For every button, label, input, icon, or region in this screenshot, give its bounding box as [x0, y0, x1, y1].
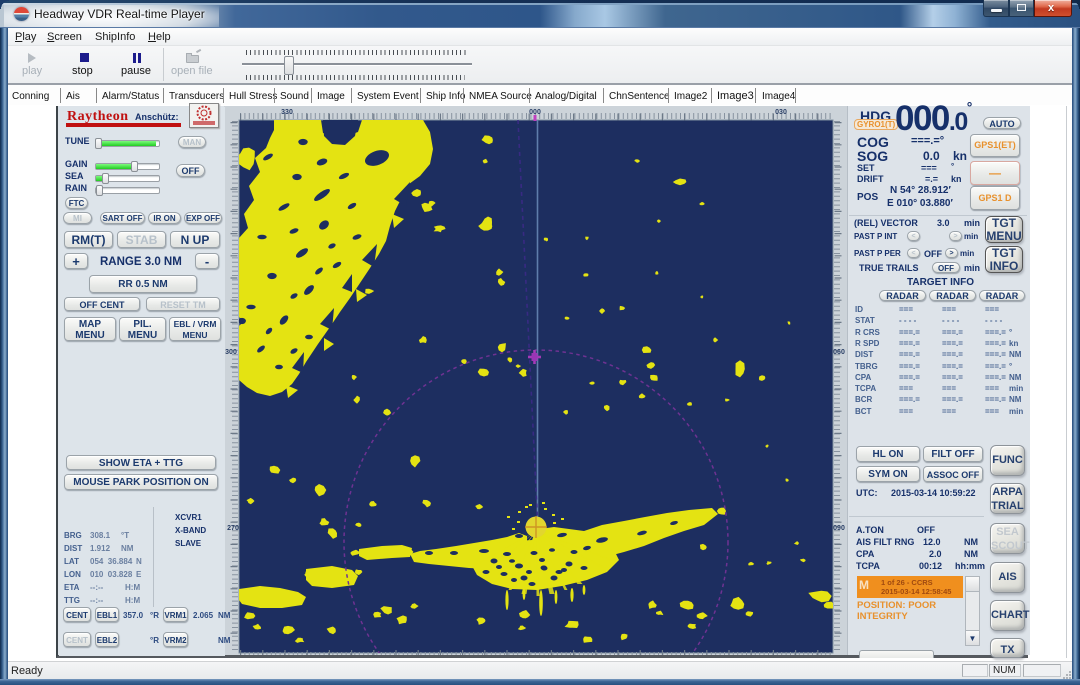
- svg-text:270: 270: [227, 525, 239, 532]
- svg-text:330: 330: [281, 109, 293, 116]
- svg-text:000: 000: [529, 109, 541, 116]
- svg-text:300: 300: [225, 349, 237, 356]
- svg-text:030: 030: [775, 109, 787, 116]
- svg-text:090: 090: [833, 525, 845, 532]
- svg-text:060: 060: [833, 349, 845, 356]
